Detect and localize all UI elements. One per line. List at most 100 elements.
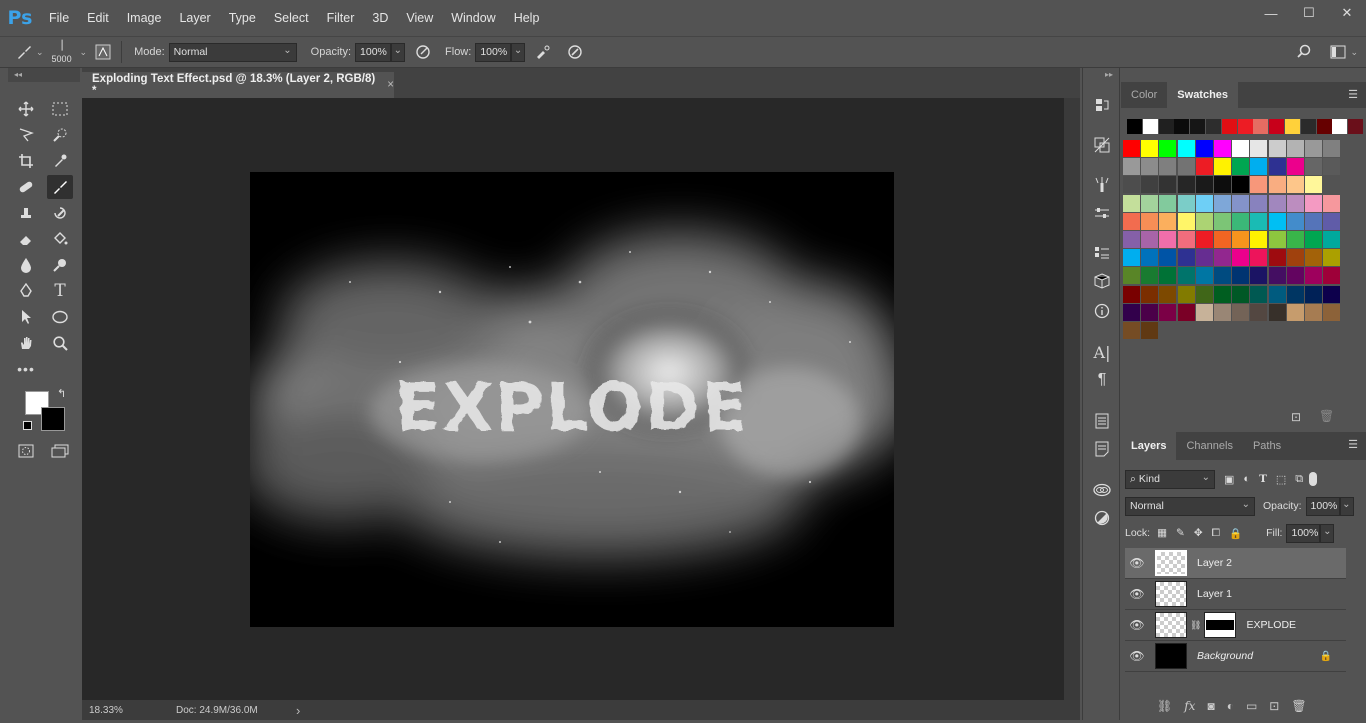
swatch[interactable] xyxy=(1141,231,1159,248)
history-panel-icon[interactable] xyxy=(1091,94,1113,116)
swatch[interactable] xyxy=(1268,194,1286,212)
new-swatch-icon[interactable]: ⊡ xyxy=(1291,410,1301,424)
libraries-panel-icon[interactable] xyxy=(1091,479,1113,501)
swatch[interactable] xyxy=(1177,249,1195,267)
opacity-slider-button[interactable]: ⌄ xyxy=(391,42,406,62)
workspace-icon[interactable] xyxy=(1326,40,1350,64)
swatch[interactable] xyxy=(1268,267,1286,285)
swatch[interactable] xyxy=(1159,140,1177,157)
menu-type[interactable]: Type xyxy=(220,11,265,25)
close-tab-icon[interactable]: × xyxy=(387,79,394,91)
swatch[interactable] xyxy=(1159,249,1177,267)
swatch[interactable] xyxy=(1195,212,1213,230)
fx-icon[interactable]: fx xyxy=(1184,699,1195,713)
link-icon[interactable]: ⛓ xyxy=(1190,620,1201,631)
swatch[interactable] xyxy=(1232,303,1250,321)
swatch[interactable] xyxy=(1323,140,1341,157)
swatch[interactable] xyxy=(1232,212,1250,230)
swatch[interactable] xyxy=(1206,119,1221,134)
swatch[interactable] xyxy=(1195,267,1213,285)
swatch[interactable] xyxy=(1214,267,1231,285)
swatch[interactable] xyxy=(1195,231,1213,248)
swatch[interactable] xyxy=(1141,176,1159,194)
swatch[interactable] xyxy=(1123,140,1140,157)
pressure-opacity-icon[interactable] xyxy=(411,40,435,64)
status-menu-arrow-icon[interactable]: › xyxy=(296,703,300,718)
swatch[interactable] xyxy=(1323,158,1341,176)
swatch[interactable] xyxy=(1323,231,1341,248)
hand-tool-icon[interactable] xyxy=(13,331,39,355)
swatch[interactable] xyxy=(1269,119,1285,134)
swatch[interactable] xyxy=(1286,212,1304,230)
swatch[interactable] xyxy=(1195,140,1213,157)
swatch[interactable] xyxy=(1268,303,1286,321)
dodge-tool-icon[interactable] xyxy=(47,253,73,277)
swatch[interactable] xyxy=(1174,119,1190,134)
add-mask-icon[interactable]: ◙ xyxy=(1207,699,1214,713)
info-panel-icon[interactable] xyxy=(1091,300,1113,322)
path-selection-tool-icon[interactable] xyxy=(13,305,39,329)
paint-bucket-tool-icon[interactable] xyxy=(47,227,73,251)
swatch[interactable] xyxy=(1159,158,1177,176)
swatch[interactable] xyxy=(1323,267,1341,285)
swatch[interactable] xyxy=(1177,176,1195,194)
swatch[interactable] xyxy=(1237,119,1253,134)
swatch[interactable] xyxy=(1190,119,1206,134)
swatch[interactable] xyxy=(1141,322,1159,339)
new-layer-icon[interactable]: ⊡ xyxy=(1269,699,1279,713)
swatch[interactable] xyxy=(1250,285,1268,303)
visibility-eye-icon[interactable]: 👁 xyxy=(1125,618,1149,632)
airbrush-icon[interactable] xyxy=(531,40,555,64)
swatch[interactable] xyxy=(1123,249,1140,267)
swatch[interactable] xyxy=(1214,194,1231,212)
swatch[interactable] xyxy=(1141,249,1159,267)
swatch[interactable] xyxy=(1250,158,1268,176)
more-tools-icon[interactable]: ••• xyxy=(13,357,39,381)
adjustment-filter-icon[interactable]: ◐ xyxy=(1243,473,1250,485)
swatch[interactable] xyxy=(1348,119,1364,134)
swatch[interactable] xyxy=(1268,158,1286,176)
swatch[interactable] xyxy=(1305,285,1322,303)
swatch[interactable] xyxy=(1214,212,1231,230)
chevron-down-icon[interactable]: ⌄ xyxy=(80,47,88,58)
swatch[interactable] xyxy=(1177,212,1195,230)
layer-mask-thumbnail[interactable] xyxy=(1204,612,1237,638)
swatch[interactable] xyxy=(1286,285,1304,303)
swatch[interactable] xyxy=(1323,212,1341,230)
swatch[interactable] xyxy=(1232,140,1250,157)
menu-view[interactable]: View xyxy=(397,11,442,25)
default-colors-icon[interactable] xyxy=(23,421,32,430)
chevron-down-icon[interactable]: ⌄ xyxy=(36,47,44,58)
swatch[interactable] xyxy=(1159,231,1177,248)
smart-object-filter-icon[interactable]: ⧉ xyxy=(1295,473,1303,486)
swatch[interactable] xyxy=(1232,267,1250,285)
swatch[interactable] xyxy=(1123,267,1140,285)
swatch[interactable] xyxy=(1214,249,1231,267)
pen-tool-icon[interactable] xyxy=(13,279,39,303)
properties-panel-icon[interactable] xyxy=(1091,242,1113,264)
menu-3d[interactable]: 3D xyxy=(363,11,397,25)
layer-row-explode[interactable]: 👁 ⛓ EXPLODE xyxy=(1125,610,1346,641)
swatch[interactable] xyxy=(1286,140,1304,157)
swatch[interactable] xyxy=(1127,119,1142,134)
swatch[interactable] xyxy=(1268,249,1286,267)
visibility-eye-icon[interactable]: 👁 xyxy=(1125,587,1149,601)
swatch[interactable] xyxy=(1250,194,1268,212)
swatch[interactable] xyxy=(1268,212,1286,230)
swatch[interactable] xyxy=(1123,158,1140,176)
collapse-arrows-icon[interactable]: ◂◂ xyxy=(8,68,80,82)
menu-help[interactable]: Help xyxy=(505,11,549,25)
shape-filter-icon[interactable]: ⬚ xyxy=(1276,473,1286,486)
swatch[interactable] xyxy=(1195,158,1213,176)
visibility-eye-icon[interactable]: 👁 xyxy=(1125,649,1149,663)
healing-brush-tool-icon[interactable] xyxy=(13,175,39,199)
swatch[interactable] xyxy=(1323,285,1341,303)
character-panel-icon[interactable]: A| xyxy=(1091,341,1113,363)
fill-input[interactable]: 100% xyxy=(1286,523,1321,543)
swatch[interactable] xyxy=(1250,212,1268,230)
close-button[interactable]: ✕ xyxy=(1328,0,1366,26)
swatch[interactable] xyxy=(1253,119,1269,134)
zoom-tool-icon[interactable] xyxy=(47,331,73,355)
lock-artboard-icon[interactable]: ⧠ xyxy=(1212,527,1220,540)
swatch[interactable] xyxy=(1221,119,1237,134)
